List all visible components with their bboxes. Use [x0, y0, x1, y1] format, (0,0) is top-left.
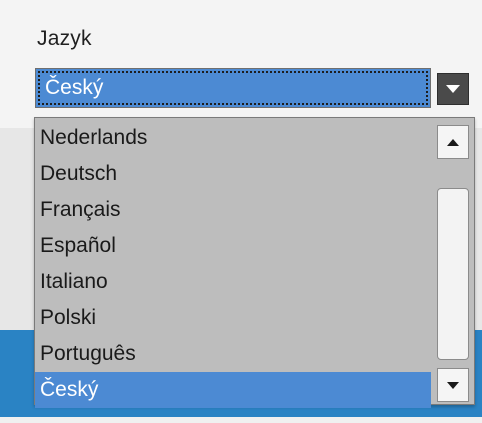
arrow-up-icon — [447, 138, 459, 146]
language-option[interactable]: Português — [35, 336, 431, 372]
language-combobox-value[interactable]: Český — [35, 68, 431, 108]
language-option[interactable]: Polski — [35, 300, 431, 336]
language-option[interactable]: Italiano — [35, 264, 431, 300]
language-option[interactable]: Español — [35, 228, 431, 264]
chevron-down-icon — [446, 85, 460, 93]
arrow-down-icon — [447, 381, 459, 389]
language-label: Jazyk — [37, 27, 92, 50]
settings-panel-background — [0, 0, 482, 128]
scroll-down-button[interactable] — [437, 368, 469, 402]
scroll-up-button[interactable] — [437, 125, 469, 159]
language-option[interactable]: Deutsch — [35, 156, 431, 192]
scrollbar-thumb[interactable] — [437, 188, 469, 360]
language-option-selected[interactable]: Český — [35, 372, 431, 408]
language-dropdown-list[interactable]: Nederlands Deutsch Français Español Ital… — [34, 117, 475, 408]
language-option[interactable]: Nederlands — [35, 120, 431, 156]
language-option[interactable]: Français — [35, 192, 431, 228]
bottom-strip — [0, 417, 482, 423]
language-options: Nederlands Deutsch Français Español Ital… — [35, 120, 431, 408]
dropdown-scrollbar[interactable] — [435, 120, 471, 402]
language-combobox[interactable]: Český — [35, 68, 473, 108]
combobox-dropdown-button[interactable] — [437, 73, 469, 105]
